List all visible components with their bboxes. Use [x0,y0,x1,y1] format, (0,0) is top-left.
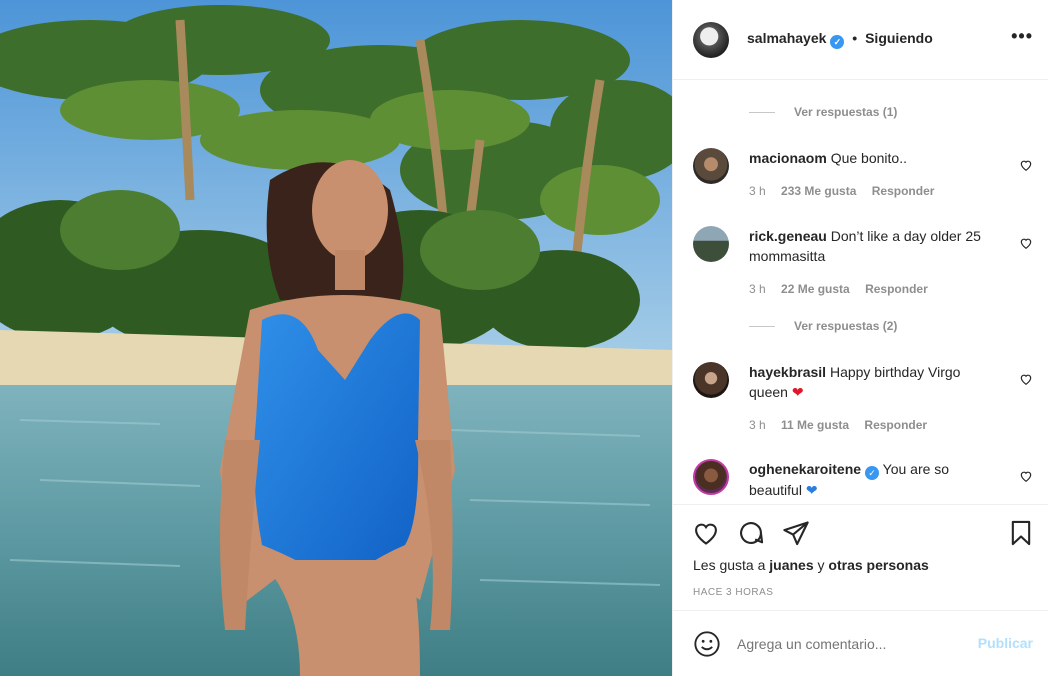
comment-time: 3 h [749,282,766,296]
post-photo[interactable] [0,0,672,676]
comment-like-heart-icon[interactable] [1019,236,1033,250]
post-time-ago[interactable]: HACE 3 HORAS [693,587,773,598]
reply-button[interactable]: Responder [865,282,928,296]
comment-username[interactable]: oghenekaroitene [749,461,861,477]
comment-username[interactable]: rick.geneau [749,228,827,244]
comment-body: rick.geneau Don’t like a day older 25 mo… [749,226,993,266]
view-replies-button[interactable]: Ver respuestas (2) [749,319,897,333]
follow-status-button[interactable]: Siguiendo [865,30,933,46]
comment-body: oghenekaroitene ✓ You are so beautiful ❤ [749,459,993,500]
post-actions: Les gusta a juanes y otras personas HACE… [673,504,1048,610]
replies-line [749,111,775,113]
comment-meta: 3 h 233 Me gusta Responder [749,184,946,198]
comment-avatar[interactable] [693,362,729,398]
comment-avatar[interactable] [693,148,729,184]
view-replies-button[interactable]: Ver respuestas (1) [749,105,897,119]
likes-prefix: Les gusta a [693,557,766,573]
reply-button[interactable]: Responder [872,184,935,198]
comment-like-heart-icon[interactable] [1019,372,1033,386]
comment-time: 3 h [749,184,766,198]
comment-username[interactable]: hayekbrasil [749,364,826,380]
comment-avatar[interactable] [693,459,729,495]
likes-summary: Les gusta a juanes y otras personas [693,557,929,573]
reply-button[interactable]: Responder [864,418,927,432]
replies-line [749,325,775,327]
verified-badge-icon: ✓ [830,35,845,49]
publish-button[interactable]: Publicar [978,635,1033,651]
comment-time: 3 h [749,418,766,432]
comment-body: hayekbrasil Happy birthday Virgo queen ❤ [749,362,993,402]
comment-likes[interactable]: 233 Me gusta [781,184,856,198]
header-separator: • [852,30,858,46]
likes-join: y [817,557,825,573]
blue-heart-emoji-icon: ❤ [805,482,818,498]
author-avatar[interactable] [693,21,729,58]
comment-like-heart-icon[interactable] [1019,469,1033,483]
likes-others-link[interactable]: otras personas [828,557,928,573]
smiley-icon[interactable] [693,630,721,658]
comment-icon[interactable] [737,519,765,547]
author-username[interactable]: salmahayek [747,30,826,46]
likes-user-link[interactable]: juanes [769,557,813,573]
verified-badge-icon: ✓ [865,466,880,480]
add-comment-bar: Publicar [673,610,1048,676]
red-heart-emoji-icon: ❤ [791,384,804,400]
comment-meta: 3 h 22 Me gusta Responder [749,282,940,296]
bookmark-icon[interactable] [1007,519,1035,547]
comment-likes[interactable]: 22 Me gusta [781,282,850,296]
view-replies-label: Ver respuestas (2) [794,319,898,333]
beach-photo-illustration [0,0,672,676]
share-icon[interactable] [782,519,810,547]
view-replies-label: Ver respuestas (1) [794,105,898,119]
author-line: salmahayek ✓ • Siguiendo [747,30,933,49]
post-header: salmahayek ✓ • Siguiendo ••• [673,0,1048,80]
comment-avatar[interactable] [693,226,729,262]
comment-like-heart-icon[interactable] [1019,158,1033,172]
comment-input[interactable] [737,635,957,652]
comment-meta: 3 h 11 Me gusta Responder [749,418,939,432]
more-options-icon[interactable]: ••• [1011,26,1033,47]
comment-body: macionaom Que bonito.. [749,148,993,168]
heart-outline-icon[interactable] [692,519,720,547]
comment-username[interactable]: macionaom [749,150,827,166]
comments-list[interactable]: Ver respuestas (1) macionaom Que bonito.… [673,81,1048,504]
comment-likes[interactable]: 11 Me gusta [781,418,849,432]
comment-text: Que bonito.. [830,150,907,166]
post-side-panel: salmahayek ✓ • Siguiendo ••• Ver respuest… [672,0,1048,676]
